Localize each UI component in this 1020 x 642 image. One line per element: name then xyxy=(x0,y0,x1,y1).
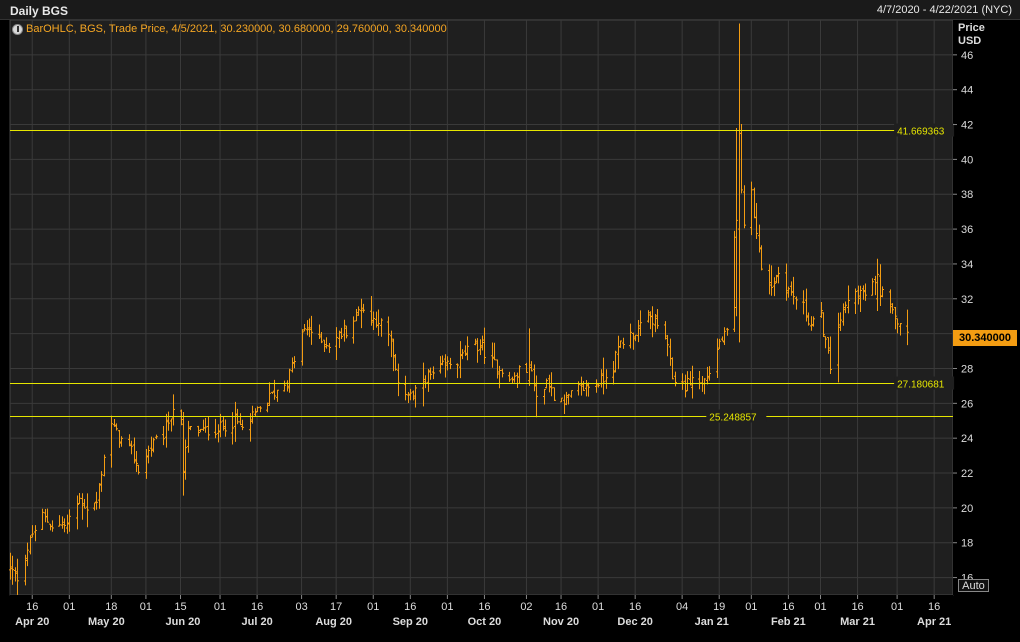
x-month-label: Dec 20 xyxy=(617,616,652,628)
x-month-label: Sep 20 xyxy=(393,616,428,628)
x-tick-label: 16 xyxy=(404,601,416,613)
x-tick-label: 16 xyxy=(251,601,263,613)
y-tick-label: 20 xyxy=(961,503,973,515)
x-month-label: Jan 21 xyxy=(695,616,729,628)
y-tick-label: 44 xyxy=(961,85,973,97)
x-tick-label: 01 xyxy=(891,601,903,613)
x-tick-label: 01 xyxy=(441,601,453,613)
x-tick-label: 01 xyxy=(367,601,379,613)
y-tick-label: 32 xyxy=(961,294,973,306)
price-axis-label: Price xyxy=(958,22,985,34)
currency-label: USD xyxy=(958,35,982,47)
x-tick-label: 18 xyxy=(105,601,117,613)
x-tick-label: 01 xyxy=(592,601,604,613)
x-month-label: Oct 20 xyxy=(468,616,502,628)
x-month-label: Jul 20 xyxy=(242,616,273,628)
title-bar: Daily BGS 4/7/2020 - 4/22/2021 (NYC) xyxy=(0,0,1020,20)
y-tick-label: 24 xyxy=(961,433,973,445)
x-month-label: Nov 20 xyxy=(543,616,579,628)
x-month-label: Apr 21 xyxy=(917,616,951,628)
x-tick-label: 19 xyxy=(713,601,725,613)
auto-scale-button[interactable]: Auto xyxy=(958,579,989,592)
y-tick-label: 42 xyxy=(961,120,973,132)
x-tick-label: 16 xyxy=(851,601,863,613)
price-axis-title: Price USD xyxy=(958,22,985,48)
x-tick-label: 17 xyxy=(330,601,342,613)
x-tick-label: 04 xyxy=(676,601,688,613)
y-tick-label: 38 xyxy=(961,189,973,201)
series-info-icon[interactable] xyxy=(12,23,23,35)
x-month-label: May 20 xyxy=(88,616,125,628)
y-tick-label: 34 xyxy=(961,259,973,271)
x-tick-label: 15 xyxy=(174,601,186,613)
y-tick-label: 36 xyxy=(961,224,973,236)
x-month-label: Jun 20 xyxy=(166,616,201,628)
legend-text: BarOHLC, BGS, Trade Price, 4/5/2021, 30.… xyxy=(26,23,447,35)
x-tick-label: 16 xyxy=(478,601,490,613)
y-tick-label: 22 xyxy=(961,468,973,480)
x-tick-label: 01 xyxy=(745,601,757,613)
x-tick-label: 01 xyxy=(814,601,826,613)
x-month-label: Aug 20 xyxy=(315,616,352,628)
x-tick-label: 16 xyxy=(26,601,38,613)
x-tick-label: 01 xyxy=(63,601,75,613)
x-tick-label: 16 xyxy=(629,601,641,613)
last-price-tag: 30.340000 xyxy=(953,330,1017,346)
x-tick-label: 03 xyxy=(295,601,307,613)
chart-title: Daily BGS xyxy=(10,4,69,18)
x-tick-label: 01 xyxy=(214,601,226,613)
x-month-label: Apr 20 xyxy=(15,616,49,628)
horizontal-line-label: 41.669363 xyxy=(897,127,945,138)
x-tick-label: 16 xyxy=(555,601,567,613)
y-tick-label: 46 xyxy=(961,50,973,62)
date-range: 4/7/2020 - 4/22/2021 (NYC) xyxy=(876,4,1012,16)
y-tick-label: 40 xyxy=(961,154,973,166)
y-tick-label: 26 xyxy=(961,398,973,410)
y-tick-label: 18 xyxy=(961,538,973,550)
series-legend[interactable]: BarOHLC, BGS, Trade Price, 4/5/2021, 30.… xyxy=(12,23,447,35)
x-tick-label: 02 xyxy=(520,601,532,613)
plot-area xyxy=(9,20,954,596)
x-month-label: Feb 21 xyxy=(771,616,806,628)
x-tick-label: 01 xyxy=(140,601,152,613)
x-tick-label: 16 xyxy=(782,601,794,613)
x-month-label: Mar 21 xyxy=(840,616,875,628)
horizontal-line-label: 27.180681 xyxy=(897,380,945,391)
ohlc-chart: 41.669363 27.180681 25.248857 16 18 20 22 24 26… xyxy=(9,20,1020,642)
horizontal-line-label: 25.248857 xyxy=(709,413,757,424)
x-tick-label: 16 xyxy=(928,601,940,613)
y-tick-label: 28 xyxy=(961,363,973,375)
